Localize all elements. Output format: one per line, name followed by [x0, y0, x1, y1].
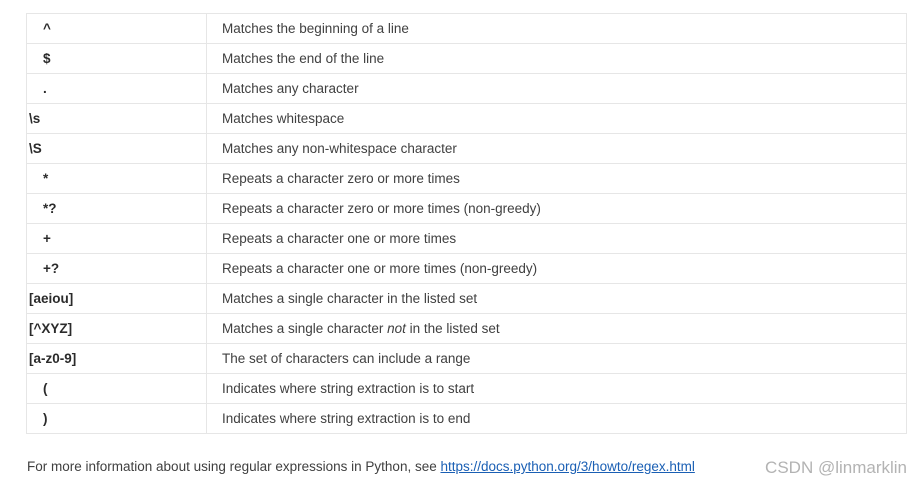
description-cell: Matches whitespace — [206, 103, 907, 134]
pattern-cell: [a-z0-9] — [26, 343, 207, 374]
table-row: [a-z0-9] The set of characters can inclu… — [26, 343, 907, 374]
description-text: in the listed set — [405, 321, 500, 336]
python-regex-docs-link[interactable]: https://docs.python.org/3/howto/regex.ht… — [440, 459, 694, 474]
table-row: \s Matches whitespace — [26, 103, 907, 134]
pattern-cell: + — [26, 223, 207, 254]
table-row: [^XYZ] Matches a single character not in… — [26, 313, 907, 344]
description-cell: Repeats a character one or more times — [206, 223, 907, 254]
table-row: \S Matches any non-whitespace character — [26, 133, 907, 164]
pattern-cell: . — [26, 73, 207, 104]
table-row: ( Indicates where string extraction is t… — [26, 373, 907, 404]
pattern-cell: \s — [26, 103, 207, 134]
pattern-cell: \S — [26, 133, 207, 164]
description-cell: Matches a single character in the listed… — [206, 283, 907, 314]
description-cell: Matches the end of the line — [206, 43, 907, 74]
footer-note: For more information about using regular… — [27, 459, 695, 474]
table-row: + Repeats a character one or more times — [26, 223, 907, 254]
table-row: . Matches any character — [26, 73, 907, 104]
watermark: CSDN @linmarklin — [765, 458, 907, 477]
description-cell: The set of characters can include a rang… — [206, 343, 907, 374]
pattern-cell: * — [26, 163, 207, 194]
description-cell: Indicates where string extraction is to … — [206, 373, 907, 404]
table-row: [aeiou] Matches a single character in th… — [26, 283, 907, 314]
table-row: +? Repeats a character one or more times… — [26, 253, 907, 284]
pattern-cell: ( — [26, 373, 207, 404]
description-cell: Matches the beginning of a line — [206, 13, 907, 44]
pattern-cell: +? — [26, 253, 207, 284]
pattern-cell: $ — [26, 43, 207, 74]
table-row: $ Matches the end of the line — [26, 43, 907, 74]
table-row: ^ Matches the beginning of a line — [26, 13, 907, 44]
pattern-cell: ) — [26, 403, 207, 434]
description-cell: Indicates where string extraction is to … — [206, 403, 907, 434]
description-cell: Matches a single character not in the li… — [206, 313, 907, 344]
table-row: * Repeats a character zero or more times — [26, 163, 907, 194]
description-cell: Repeats a character zero or more times (… — [206, 193, 907, 224]
pattern-cell: [^XYZ] — [26, 313, 207, 344]
description-cell: Matches any character — [206, 73, 907, 104]
pattern-cell: [aeiou] — [26, 283, 207, 314]
footer-text: For more information about using regular… — [27, 459, 441, 474]
description-text: Matches a single character — [222, 321, 388, 336]
description-cell: Matches any non-whitespace character — [206, 133, 907, 164]
description-cell: Repeats a character zero or more times — [206, 163, 907, 194]
description-cell: Repeats a character one or more times (n… — [206, 253, 907, 284]
emphasis-text: not — [387, 321, 406, 336]
regex-reference-table: ^ Matches the beginning of a line $ Matc… — [26, 13, 907, 434]
pattern-cell: *? — [26, 193, 207, 224]
pattern-cell: ^ — [26, 13, 207, 44]
table-row: ) Indicates where string extraction is t… — [26, 403, 907, 434]
table-row: *? Repeats a character zero or more time… — [26, 193, 907, 224]
